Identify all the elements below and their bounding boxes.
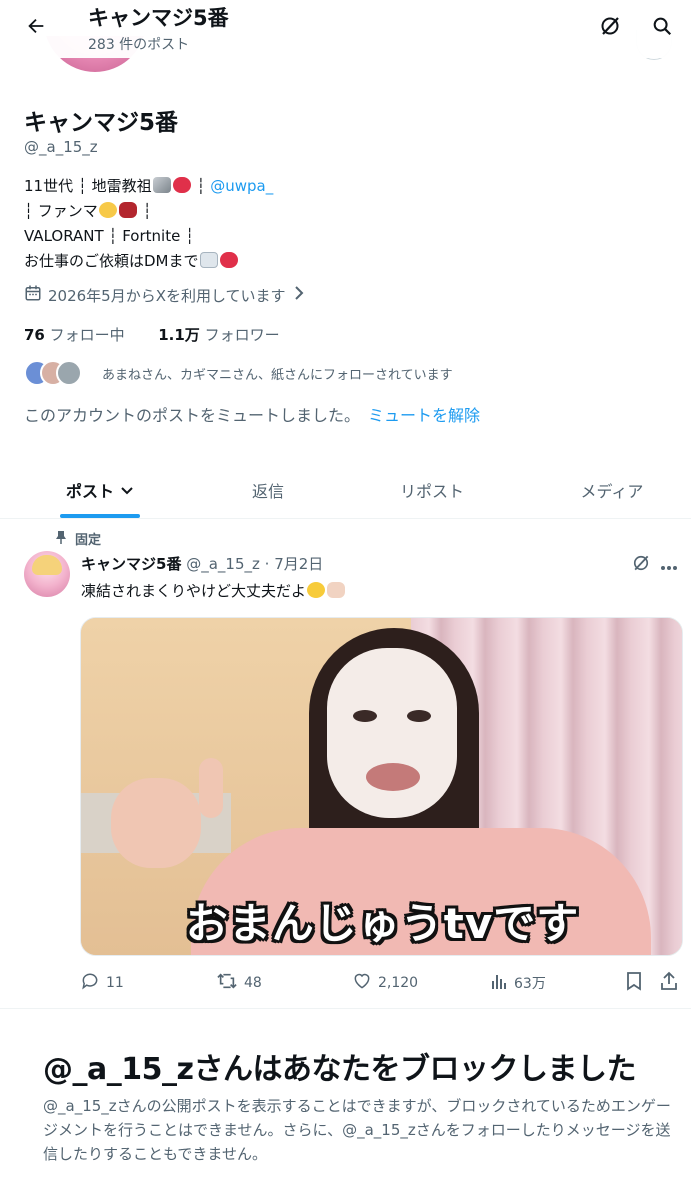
post-image[interactable]: おまんじゅうtvです [80, 617, 683, 956]
knife-emoji-icon [152, 177, 171, 193]
reply-count: 11 [106, 975, 124, 991]
chick-emoji-icon [307, 582, 326, 598]
bio-line-4: お仕事のご依頼はDMまで [24, 252, 199, 270]
active-tab-indicator [60, 514, 140, 518]
header-title: キャンマジ5番 [88, 6, 229, 30]
chevron-right-icon [292, 285, 306, 305]
follower-avatar [56, 360, 82, 386]
views-chart-icon [490, 972, 508, 994]
followed-by-text: あまねさん、カギマニさん、紙さんにフォローされています [102, 367, 453, 383]
ribbon-emoji-icon [219, 252, 238, 268]
post-meta: @_a_15_z · 7月2日 [186, 555, 324, 573]
bookmark-button[interactable] [626, 968, 642, 998]
views-button[interactable]: 63万 [490, 968, 546, 998]
post-text-body: 凍結されまくりやけど大丈夫だよ [81, 582, 307, 600]
profile-handle: @_a_15_z [24, 138, 98, 156]
repost-icon [216, 971, 238, 995]
post-author-avatar[interactable] [24, 551, 70, 597]
reply-button[interactable]: 11 [80, 968, 124, 998]
post-header: キャンマジ5番 @_a_15_z · 7月2日 [81, 553, 323, 574]
divider [0, 1008, 691, 1009]
joined-date: 2026年5月からXを利用しています [48, 286, 286, 305]
reply-icon [80, 971, 100, 995]
envelope-emoji-icon [199, 252, 218, 268]
post-count: 283 件のポスト [88, 37, 190, 53]
bio-line-2: ┆ ファンマ [24, 202, 98, 220]
followers-link[interactable]: 1.1万 フォロワー [158, 326, 279, 344]
followers-label: フォロワー [204, 326, 280, 344]
ribbon-emoji-icon [172, 177, 191, 193]
pin-icon [55, 530, 67, 548]
following-link[interactable]: 76 フォロー中 [24, 326, 125, 344]
chevron-down-icon [120, 481, 134, 500]
tab-media[interactable]: メディア [552, 462, 672, 518]
grok-button[interactable] [592, 10, 628, 46]
back-button[interactable] [18, 10, 54, 46]
post-more-button[interactable] [656, 552, 682, 578]
profile-name: キャンマジ5番 [24, 110, 179, 136]
post-actions: 11 48 2,120 63万 [80, 968, 680, 998]
like-count: 2,120 [378, 975, 419, 991]
crying-face-emoji-icon [98, 202, 117, 218]
post-grok-button[interactable] [628, 552, 654, 578]
follow-counts: 76 フォロー中 1.1万 フォロワー [24, 324, 280, 345]
repost-count: 48 [244, 975, 262, 991]
block-notice-title: @_a_15_zさんはあなたをブロックしました [43, 1052, 636, 1087]
following-count: 76 [24, 326, 45, 344]
profile-tabs: ポスト 返信 リポスト メディア [0, 462, 691, 519]
tab-posts[interactable]: ポスト [40, 462, 160, 518]
following-label: フォロー中 [49, 326, 125, 344]
share-icon [660, 971, 678, 995]
post-author-name[interactable]: キャンマジ5番 [81, 555, 181, 573]
heart-icon [352, 971, 372, 995]
calendar-icon [24, 284, 42, 306]
post-text: 凍結されまくりやけど大丈夫だよ [81, 580, 346, 601]
tab-posts-label: ポスト [65, 482, 114, 501]
search-icon [651, 15, 673, 41]
grok-icon [631, 553, 651, 577]
profile-header-bar: キャンマジ5番 283 件のポスト [0, 0, 691, 58]
bio-separator: ┆ [191, 177, 211, 195]
arrow-left-icon [25, 15, 47, 41]
block-notice-body: @_a_15_zさんの公開ポストを表示することはできますが、ブロックされているた… [43, 1097, 671, 1163]
share-button[interactable] [660, 968, 678, 998]
unmute-link[interactable]: ミュートを解除 [368, 406, 480, 425]
search-button[interactable] [644, 10, 680, 46]
pinned-label: 固定 [75, 533, 102, 548]
followers-count: 1.1万 [158, 326, 200, 344]
bio-mention-link[interactable]: @uwpa_ [210, 177, 273, 195]
tab-reposts[interactable]: リポスト [372, 462, 492, 518]
grok-icon [598, 14, 622, 42]
more-dots-icon [660, 556, 678, 575]
thumbs-up-emoji-icon [327, 582, 346, 598]
muted-text: このアカウントのポストをミュートしました。 [24, 406, 361, 425]
views-count: 63万 [514, 976, 546, 992]
tiger-emoji-icon [118, 202, 137, 218]
tab-replies[interactable]: 返信 [208, 462, 328, 518]
bio-line-2-end: ┆ [137, 202, 152, 220]
like-button[interactable]: 2,120 [352, 968, 418, 998]
profile-bio: 11世代 ┆ 地雷教祖 ┆ @uwpa_ ┆ ファンマ ┆ VALORANT ┆… [24, 174, 273, 274]
pinned-label-row: 固定 [55, 529, 101, 548]
muted-notice: このアカウントのポストをミュートしました。 ミュートを解除 [24, 402, 480, 426]
bookmark-icon [626, 971, 642, 995]
repost-button[interactable]: 48 [216, 968, 262, 998]
followed-by-row[interactable]: あまねさん、カギマニさん、紙さんにフォローされています [24, 360, 453, 386]
bio-line-1: 11世代 ┆ 地雷教祖 [24, 177, 152, 195]
joined-date-row[interactable]: 2026年5月からXを利用しています [24, 284, 306, 306]
image-caption-text: おまんじゅうtvです [185, 899, 580, 948]
bio-line-3: VALORANT ┆ Fortnite ┆ [24, 227, 195, 245]
